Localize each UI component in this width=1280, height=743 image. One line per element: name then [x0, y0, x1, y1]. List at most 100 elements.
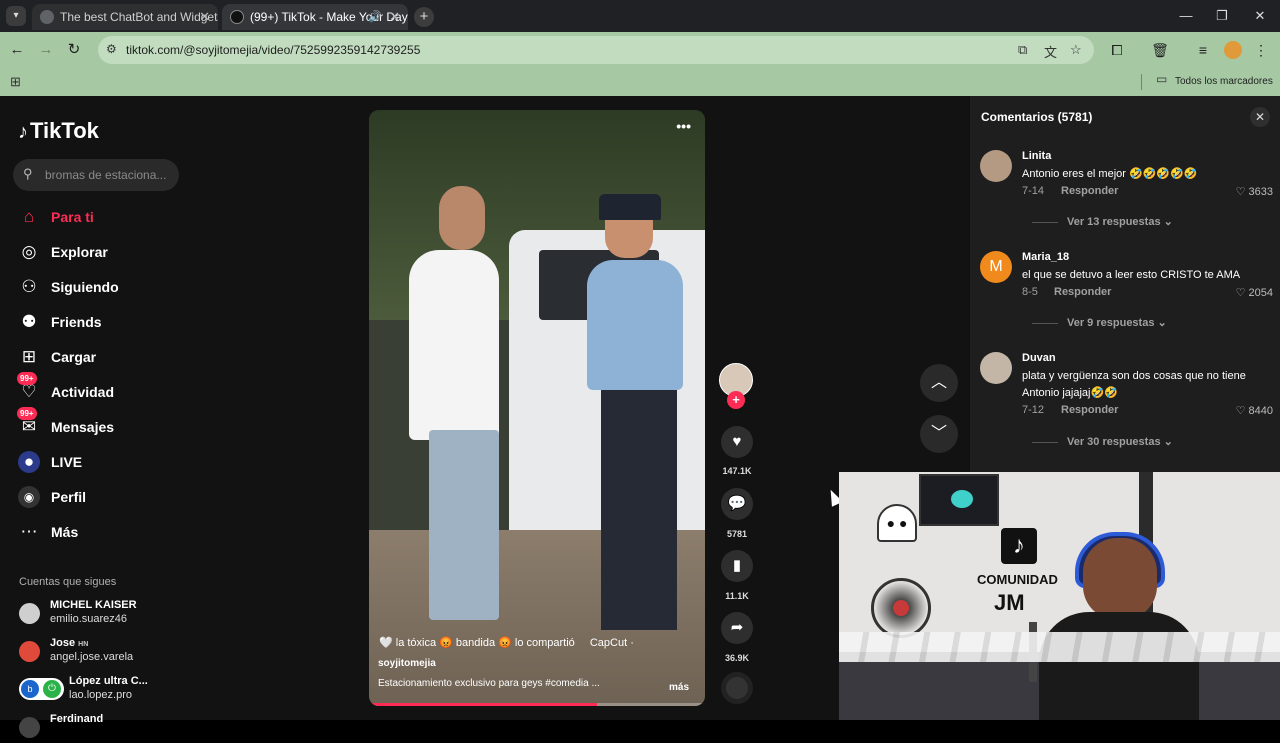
video-player[interactable]: ••• 🤍 la tóxica 😡 bandida 😡 lo compartió… — [369, 110, 705, 706]
sidebar-item-siguiendo[interactable]: ⚇ Siguiendo — [18, 273, 228, 301]
previous-video-button[interactable]: ︿ — [920, 364, 958, 402]
sidebar: ♪TikTok ⚲ bromas de estaciona... ⌂ Para … — [0, 96, 240, 738]
next-video-button[interactable]: ﹀ — [920, 415, 958, 453]
sidebar-item-live[interactable]: ● LIVE — [18, 448, 228, 476]
heart-icon: ♡ — [1235, 287, 1246, 299]
reload-icon[interactable]: ↻ — [64, 40, 84, 60]
reply-button[interactable]: Responder — [1054, 286, 1111, 298]
tiktok-favicon-icon — [230, 10, 244, 24]
video-more-icon[interactable]: ••• — [676, 118, 691, 134]
extension-logo-icon: b — [21, 680, 39, 698]
tiktok-logo[interactable]: ♪TikTok — [18, 118, 99, 144]
like-count: 147.1K — [722, 466, 752, 476]
divider — [1141, 74, 1142, 90]
video-progress-fill — [369, 703, 598, 706]
close-tab-icon[interactable]: ✕ — [389, 4, 400, 30]
comment-item: M Maria_18 el que se detuvo a leer esto … — [980, 251, 1275, 341]
heart-icon: ♡ — [1235, 405, 1246, 417]
sidebar-item-para-ti[interactable]: ⌂ Para ti — [18, 203, 228, 231]
tab-chatbot[interactable]: The best ChatBot and Widgets ✕ — [32, 4, 218, 30]
new-tab-button[interactable]: + — [414, 7, 434, 27]
sidebar-item-explorar[interactable]: ◎ Explorar — [18, 238, 228, 266]
video-frame-officer-pants — [601, 390, 677, 630]
navigation-bar: ← → ↻ ⚙ tiktok.com/@soyjitomejia/video/7… — [0, 32, 1280, 68]
minimize-icon[interactable]: — — [1176, 6, 1196, 26]
capcut-label[interactable]: CapCut · — [590, 637, 634, 649]
close-window-icon[interactable]: ✕ — [1250, 6, 1270, 26]
video-author[interactable]: soyjitomejia — [378, 658, 436, 669]
music-disc-icon[interactable] — [721, 672, 753, 704]
sidebar-item-mensajes[interactable]: ✉ 99+ Mensajes — [17, 407, 228, 441]
reply-button[interactable]: Responder — [1061, 404, 1118, 416]
globe-icon — [40, 10, 54, 24]
site-info-icon[interactable]: ⚙ — [106, 42, 117, 56]
heart-icon: ♡ — [1235, 186, 1246, 198]
sidebar-item-cargar[interactable]: ⊞ Cargar — [18, 343, 228, 371]
video-more-link[interactable]: más — [669, 682, 689, 693]
url-text[interactable]: tiktok.com/@soyjitomejia/video/752599235… — [126, 36, 420, 64]
extension-toggle[interactable]: b ⏻ — [19, 678, 64, 700]
compass-icon: ◎ — [21, 242, 37, 261]
like-button[interactable]: ♥ — [721, 426, 753, 458]
webcam-sign-text: COMUNIDAD — [977, 572, 1058, 587]
close-comments-icon[interactable]: ✕ — [1250, 107, 1270, 127]
view-replies-button[interactable]: Ver 9 respuestas ⌄ — [1032, 316, 1167, 329]
webcam-person-face — [1083, 538, 1157, 620]
tab-label: The best ChatBot and Widgets — [60, 10, 218, 24]
tiktok-sign-icon: ♪ — [1001, 528, 1037, 564]
bookmark-star-icon[interactable]: ☆ — [1070, 42, 1082, 58]
view-replies-button[interactable]: Ver 13 respuestas ⌄ — [1032, 215, 1173, 228]
tiktok-note-icon: ♪ — [18, 121, 28, 143]
sidebar-item-actividad[interactable]: ♡ 99+ Actividad — [17, 372, 228, 406]
video-frame-officer-shirt — [587, 260, 683, 390]
view-replies-button[interactable]: Ver 30 respuestas ⌄ — [1032, 435, 1173, 448]
home-icon: ⌂ — [23, 207, 35, 226]
chrome-menu-icon[interactable]: ⋮ — [1251, 40, 1271, 60]
reply-button[interactable]: Responder — [1061, 185, 1118, 197]
video-progress-bar[interactable] — [369, 703, 705, 706]
profile-icon: ◉ — [18, 486, 40, 508]
apps-grid-icon[interactable]: ⊞ — [10, 74, 21, 90]
comment-like-button[interactable]: ♡ 8440 — [1236, 404, 1273, 417]
profile-avatar[interactable] — [1224, 41, 1242, 59]
save-button[interactable]: ▮ — [721, 550, 753, 582]
comment-item: Linita Antonio eres el mejor 🤣🤣🤣🤣🤣 7-14 … — [980, 150, 1275, 240]
audio-playing-icon[interactable]: 🔊 — [368, 4, 382, 30]
tab-tiktok[interactable]: (99+) TikTok - Make Your Day 🔊 ✕ — [222, 4, 408, 30]
close-tab-icon[interactable]: ✕ — [199, 4, 210, 30]
sidebar-item-mas[interactable]: ⋯ Más — [18, 518, 228, 546]
tab-search-button[interactable]: ▾ — [6, 6, 26, 26]
avatar[interactable] — [980, 150, 1012, 182]
comment-count: 5781 — [726, 529, 748, 539]
sidebar-item-perfil[interactable]: ◉ Perfil — [18, 483, 228, 511]
following-account[interactable]: Jose HN angel.jose.varela — [19, 637, 219, 667]
media-control-icon[interactable]: ≡ — [1193, 40, 1213, 60]
notification-badge: 99+ — [17, 372, 37, 385]
following-account[interactable]: MICHEL KAISER emilio.suarez46 — [19, 599, 219, 629]
following-account[interactable]: Ferdinand — [19, 713, 219, 743]
avatar[interactable] — [980, 352, 1012, 384]
all-bookmarks-link[interactable]: Todos los marcadores — [1175, 68, 1273, 96]
comment-like-button[interactable]: ♡ 2054 — [1236, 286, 1273, 299]
forward-icon[interactable]: → — [36, 40, 56, 60]
back-icon[interactable]: ← — [7, 40, 27, 60]
live-icon: ● — [18, 451, 40, 473]
trash-icon[interactable]: 🗑 — [1150, 40, 1170, 60]
webcam-led-strip — [839, 632, 1280, 662]
video-frame-person-shirt — [409, 250, 499, 440]
avatar[interactable]: M — [980, 251, 1012, 283]
follow-plus-button[interactable]: + — [727, 391, 745, 409]
video-frame-person-head — [439, 186, 485, 250]
search-input[interactable]: ⚲ bromas de estaciona... — [13, 159, 179, 191]
share-button[interactable]: ➦ — [721, 612, 753, 644]
address-bar[interactable]: ⚙ tiktok.com/@soyjitomejia/video/7525992… — [98, 36, 1094, 64]
extensions-icon[interactable]: ⧠ — [1107, 40, 1127, 60]
restore-icon[interactable]: ❐ — [1212, 6, 1232, 26]
more-icon: ⋯ — [20, 522, 38, 541]
translate-icon[interactable]: 文 — [1044, 42, 1057, 61]
sidebar-item-friends[interactable]: ⚉ Friends — [18, 308, 228, 336]
install-app-icon[interactable]: ⧉ — [1018, 42, 1027, 58]
comment-like-button[interactable]: ♡ 3633 — [1236, 185, 1273, 198]
comment-button[interactable]: 💬 — [721, 488, 753, 520]
following-account[interactable]: b ⏻ López ultra C... lao.lopez.pro — [19, 675, 219, 705]
